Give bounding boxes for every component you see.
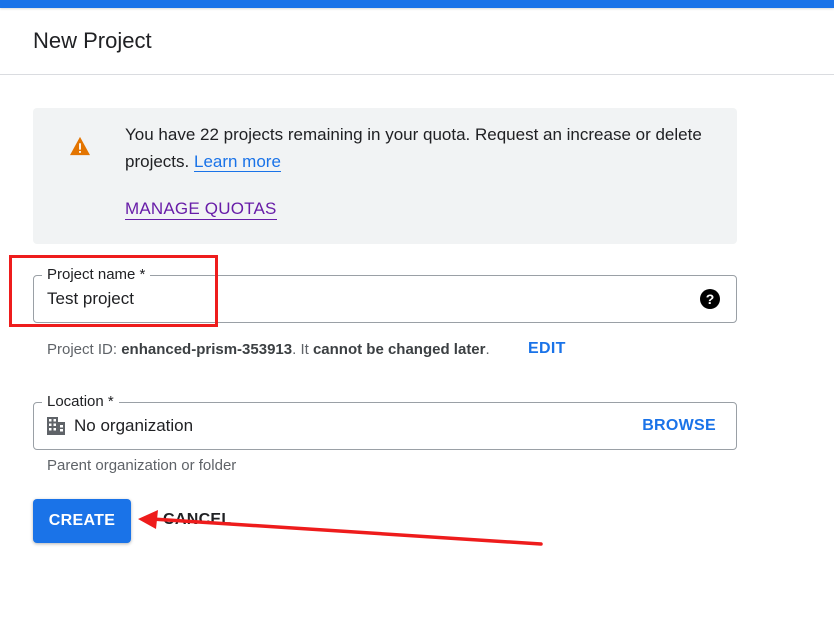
project-name-input[interactable]: Test project: [47, 289, 134, 309]
learn-more-link[interactable]: Learn more: [193, 152, 281, 172]
create-button[interactable]: CREATE: [33, 499, 131, 543]
quota-notice: You have 22 projects remaining in your q…: [33, 108, 737, 244]
building-icon: [47, 417, 65, 435]
project-name-label: Project name *: [42, 266, 151, 284]
top-accent-bar: [0, 0, 834, 8]
project-id-end: .: [485, 341, 490, 358]
project-id-warning: cannot be changed later: [312, 341, 486, 358]
browse-button[interactable]: BROWSE: [642, 417, 716, 435]
location-input[interactable]: No organization: [74, 416, 193, 436]
help-icon[interactable]: ?: [700, 289, 720, 309]
cancel-button[interactable]: CANCEL: [163, 511, 231, 529]
page-header: New Project: [0, 8, 834, 75]
project-id-mid: . It: [292, 341, 313, 358]
project-id-prefix: Project ID:: [47, 341, 122, 358]
manage-quotas-link[interactable]: MANAGE QUOTAS: [125, 199, 277, 220]
warning-icon: [70, 136, 90, 156]
page-title: New Project: [33, 28, 152, 53]
project-name-field[interactable]: Project name * Test project ?: [33, 266, 737, 323]
project-id-value: enhanced-prism-353913: [121, 341, 293, 358]
edit-project-id-button[interactable]: EDIT: [528, 340, 566, 358]
location-label: Location *: [42, 393, 119, 411]
location-field[interactable]: Location * No organization BROWSE: [33, 393, 737, 450]
project-id-info: Project ID: enhanced-prism-353913. It ca…: [47, 341, 490, 359]
quota-message: You have 22 projects remaining in your q…: [125, 121, 705, 175]
location-hint: Parent organization or folder: [47, 457, 237, 474]
